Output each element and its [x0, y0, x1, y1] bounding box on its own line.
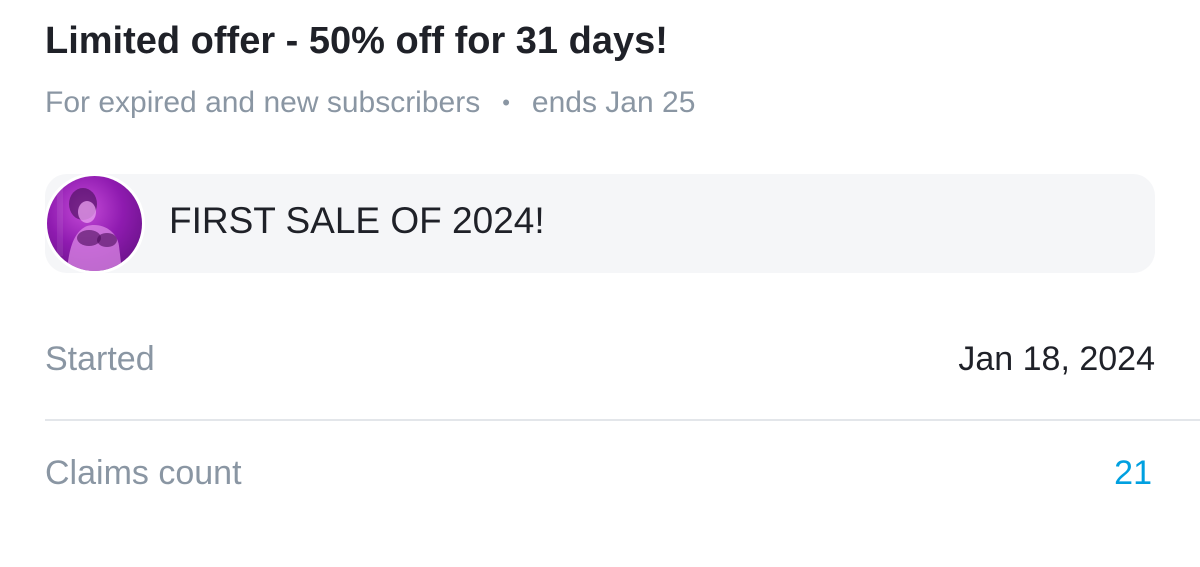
avatar-silhouette-icon: [57, 186, 122, 271]
started-value: Jan 18, 2024: [958, 340, 1155, 378]
offer-message-card: FIRST SALE OF 2024!: [44, 173, 1155, 274]
offer-audience: For expired and new subscribers: [45, 86, 481, 119]
claims-row: Claims count 21: [45, 454, 1155, 514]
started-row: Started Jan 18, 2024: [45, 340, 1155, 400]
offer-title: Limited offer - 50% off for 31 days!: [45, 20, 668, 62]
avatar[interactable]: [44, 173, 145, 274]
offer-message-text: FIRST SALE OF 2024!: [169, 200, 545, 241]
offer-subtitle: For expired and new subscribers • ends J…: [45, 86, 695, 120]
claims-count-link[interactable]: 21: [1114, 454, 1152, 493]
started-label: Started: [45, 340, 155, 378]
separator-dot: •: [502, 90, 510, 115]
claims-label: Claims count: [45, 454, 242, 492]
avatar-image: [47, 176, 142, 271]
offer-end-date: ends Jan 25: [531, 86, 696, 119]
divider: [45, 419, 1200, 421]
